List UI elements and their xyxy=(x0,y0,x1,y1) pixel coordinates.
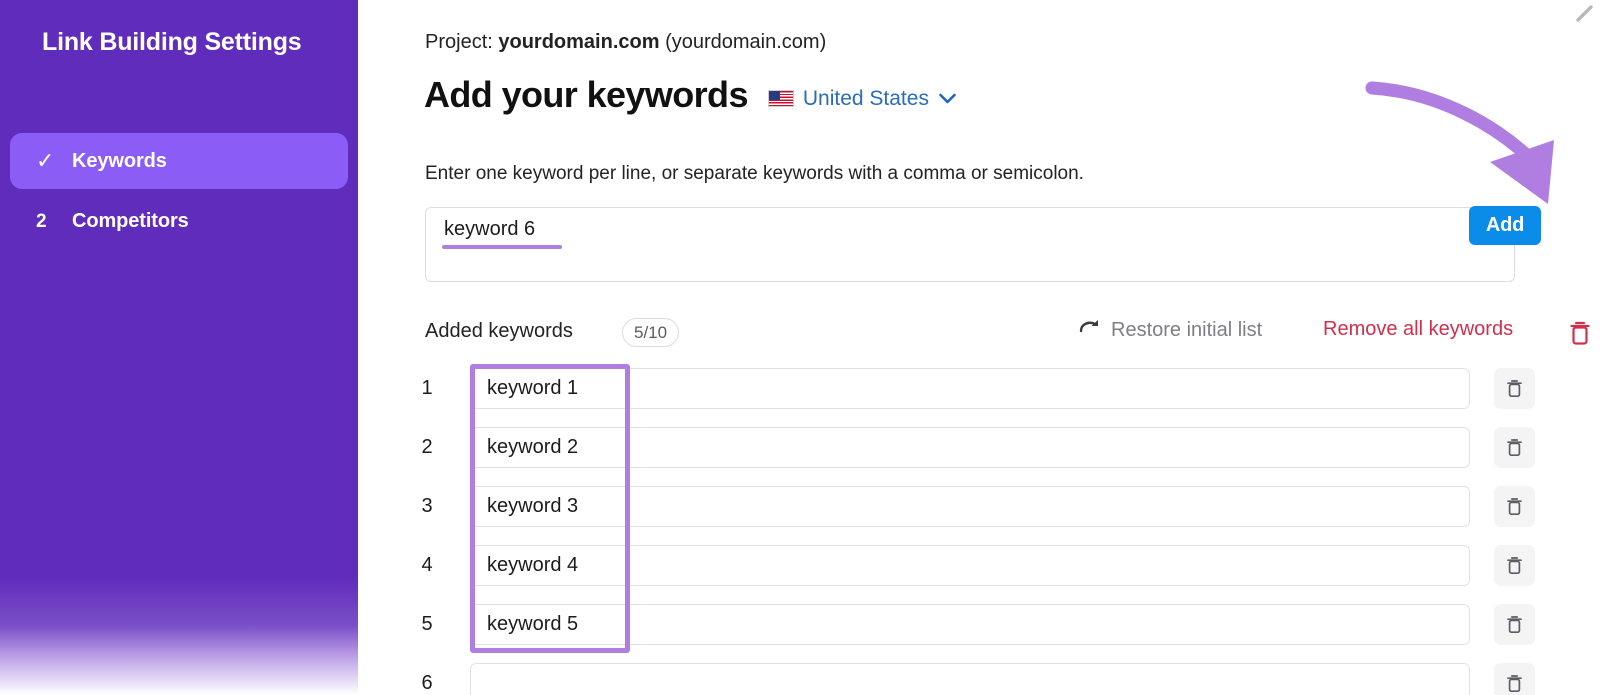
sidebar-item-label-keywords: Keywords xyxy=(72,150,167,173)
row-index: 1 xyxy=(415,377,439,400)
us-flag-icon xyxy=(768,90,794,107)
keyword-entry-hint: Enter one keyword per line, or separate … xyxy=(425,163,1084,185)
row-index: 3 xyxy=(415,495,439,518)
page-title: Add your keywords xyxy=(424,74,748,116)
sidebar-title: Link Building Settings xyxy=(42,22,302,62)
keyword-input[interactable]: keyword 6 xyxy=(425,207,1515,282)
sidebar: Link Building Settings ✓ Keywords 2 Comp… xyxy=(0,0,358,695)
added-keywords-toolbar: Added keywords 5/10 Restore initial list… xyxy=(425,318,1535,352)
link-building-settings-page: Link Building Settings ✓ Keywords 2 Comp… xyxy=(0,0,1600,695)
restore-initial-list-label: Restore initial list xyxy=(1111,319,1262,342)
keyword-row-input[interactable]: keyword 3 xyxy=(470,486,1470,527)
check-icon: ✓ xyxy=(36,150,72,172)
keyword-row-input[interactable]: keyword 1 xyxy=(470,368,1470,409)
added-keywords-label: Added keywords xyxy=(425,320,573,343)
table-row: 4 keyword 4 xyxy=(358,542,1600,601)
keyword-count-badge: 5/10 xyxy=(622,318,679,347)
remove-all-keywords-button[interactable]: Remove all keywords xyxy=(1323,318,1513,341)
keyword-row-input[interactable] xyxy=(470,663,1470,695)
keyword-rows: 1 keyword 1 2 keyword 2 3 keyword 3 4 keyword 4… xyxy=(358,365,1600,695)
sidebar-item-keywords[interactable]: ✓ Keywords xyxy=(10,133,348,189)
project-prefix-label: Project: xyxy=(425,31,493,53)
project-name: yourdomain.com xyxy=(498,31,659,53)
table-row: 3 keyword 3 xyxy=(358,483,1600,542)
locale-selector[interactable]: United States xyxy=(768,87,956,111)
table-row: 1 keyword 1 xyxy=(358,365,1600,424)
chevron-down-icon xyxy=(939,90,956,107)
row-index: 5 xyxy=(415,613,439,636)
sidebar-nav: ✓ Keywords 2 Competitors xyxy=(10,133,348,253)
delete-keyword-button[interactable] xyxy=(1494,368,1535,409)
annotation-underline xyxy=(442,245,562,249)
trash-icon[interactable] xyxy=(1567,319,1593,352)
delete-keyword-button[interactable] xyxy=(1494,486,1535,527)
restore-icon xyxy=(1077,318,1101,342)
delete-keyword-button[interactable] xyxy=(1494,604,1535,645)
sidebar-item-label-competitors: Competitors xyxy=(72,210,189,233)
row-index: 6 xyxy=(415,672,439,695)
add-button[interactable]: Add xyxy=(1469,206,1541,245)
table-row: 6 xyxy=(358,660,1600,695)
sidebar-item-competitors[interactable]: 2 Competitors xyxy=(10,193,348,249)
annotation-arrow xyxy=(1358,78,1598,208)
table-row: 5 keyword 5 xyxy=(358,601,1600,660)
keyword-row-input[interactable]: keyword 2 xyxy=(470,427,1470,468)
keyword-row-input[interactable]: keyword 5 xyxy=(470,604,1470,645)
project-breadcrumb: Project: yourdomain.com (yourdomain.com) xyxy=(425,31,826,54)
project-domain: (yourdomain.com) xyxy=(665,31,826,53)
headline-row: Add your keywords United States xyxy=(424,74,956,116)
restore-initial-list-button[interactable]: Restore initial list xyxy=(1077,318,1262,342)
row-index: 4 xyxy=(415,554,439,577)
delete-keyword-button[interactable] xyxy=(1494,427,1535,468)
row-index: 2 xyxy=(415,436,439,459)
delete-keyword-button[interactable] xyxy=(1494,663,1535,695)
locale-label: United States xyxy=(803,87,929,111)
keyword-input-value: keyword 6 xyxy=(444,218,535,241)
delete-keyword-button[interactable] xyxy=(1494,545,1535,586)
table-row: 2 keyword 2 xyxy=(358,424,1600,483)
main-content: Project: yourdomain.com (yourdomain.com)… xyxy=(358,0,1600,695)
step-number: 2 xyxy=(36,212,72,231)
keyword-row-input[interactable]: keyword 4 xyxy=(470,545,1470,586)
